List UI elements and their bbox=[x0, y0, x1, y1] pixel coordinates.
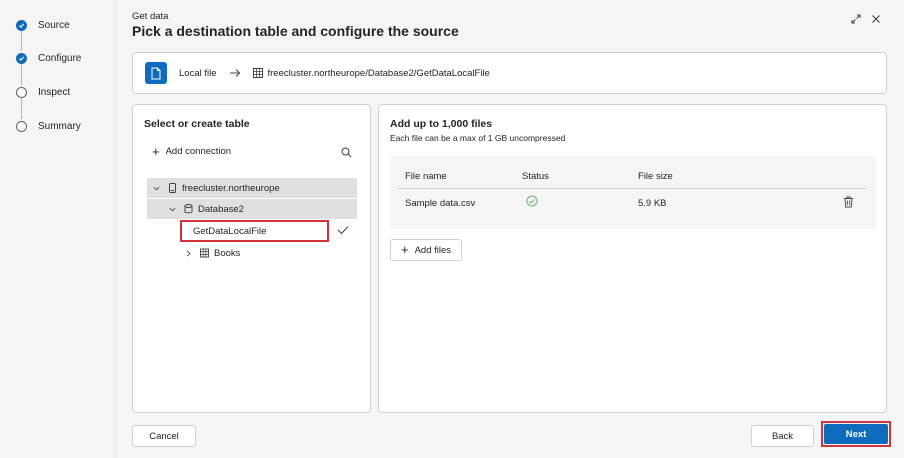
step-connector bbox=[21, 64, 22, 85]
success-check-icon bbox=[526, 195, 538, 207]
expand-icon bbox=[851, 14, 861, 24]
column-header-status: Status bbox=[522, 171, 549, 182]
next-button[interactable]: Next bbox=[824, 424, 888, 444]
add-connection-button[interactable]: + Add connection bbox=[152, 143, 232, 159]
database-icon bbox=[183, 204, 193, 215]
panel-heading: Add up to 1,000 files bbox=[390, 118, 493, 130]
back-button[interactable]: Back bbox=[751, 425, 814, 447]
file-upload-panel: Add up to 1,000 files Each file can be a… bbox=[378, 104, 887, 413]
step-source[interactable]: Source bbox=[16, 18, 70, 32]
table-selection-panel: Select or create table + Add connection … bbox=[132, 104, 371, 413]
step-connector bbox=[21, 98, 22, 119]
chevron-right-icon[interactable] bbox=[183, 248, 193, 258]
checkmark-icon bbox=[16, 52, 27, 64]
cancel-button[interactable]: Cancel bbox=[132, 425, 196, 447]
add-connection-label: Add connection bbox=[165, 146, 232, 157]
source-destination-bar: Local file freecluster.northeurope/Datab… bbox=[132, 52, 887, 94]
panel-heading: Select or create table bbox=[144, 118, 250, 130]
column-header-file-name: File name bbox=[405, 171, 447, 182]
step-label: Source bbox=[38, 19, 70, 31]
tree-item-cluster[interactable]: freecluster.northeurope bbox=[147, 178, 357, 198]
step-configure[interactable]: Configure bbox=[16, 51, 81, 65]
add-files-button[interactable]: + Add files bbox=[390, 239, 462, 261]
table-icon bbox=[252, 68, 263, 78]
step-label: Configure bbox=[38, 52, 82, 64]
page-title: Pick a destination table and configure t… bbox=[132, 23, 459, 39]
next-button-highlight: Next bbox=[821, 421, 891, 447]
empty-circle-icon bbox=[16, 86, 27, 98]
step-label: Summary bbox=[38, 120, 81, 132]
table-name: Books bbox=[214, 247, 241, 259]
file-size-cell: 5.9 KB bbox=[638, 198, 667, 209]
file-icon bbox=[145, 62, 167, 84]
source-type-label: Local file bbox=[179, 67, 217, 79]
checkmark-icon bbox=[337, 226, 349, 235]
selected-table-name: GetDataLocalFile bbox=[193, 225, 267, 237]
panel-subheading: Each file can be a max of 1 GB uncompres… bbox=[390, 133, 566, 143]
step-label: Inspect bbox=[38, 86, 71, 98]
destination-path: freecluster.northeurope/Database2/GetDat… bbox=[267, 67, 490, 79]
step-connector bbox=[21, 31, 22, 51]
plus-icon: + bbox=[152, 143, 160, 159]
delete-icon[interactable] bbox=[843, 196, 854, 208]
dialog-subtitle: Get data bbox=[132, 11, 169, 22]
tree-item-table-books[interactable]: Books bbox=[183, 244, 240, 262]
search-icon[interactable] bbox=[341, 147, 352, 158]
tree-item-database[interactable]: Database2 bbox=[147, 199, 357, 219]
column-header-file-size: File size bbox=[638, 171, 673, 182]
cluster-name: freecluster.northeurope bbox=[182, 182, 280, 194]
step-summary[interactable]: Summary bbox=[16, 119, 81, 133]
main-content: Get data Pick a destination table and co… bbox=[116, 0, 904, 458]
chevron-down-icon[interactable] bbox=[167, 204, 177, 214]
chevron-down-icon[interactable] bbox=[151, 183, 161, 193]
tree-item-selected-table[interactable]: GetDataLocalFile bbox=[180, 220, 329, 242]
table-icon bbox=[199, 248, 209, 259]
header-divider bbox=[397, 188, 867, 189]
expand-button[interactable] bbox=[850, 13, 862, 25]
plus-icon: + bbox=[400, 242, 409, 257]
wizard-stepper: Source Configure Inspect Summary bbox=[0, 0, 116, 458]
file-table: File name Status File size Sample data.c… bbox=[390, 156, 876, 229]
step-inspect[interactable]: Inspect bbox=[16, 85, 70, 99]
arrow-right-icon bbox=[229, 68, 241, 78]
close-button[interactable] bbox=[870, 13, 882, 25]
server-icon bbox=[167, 183, 177, 194]
database-name: Database2 bbox=[198, 203, 244, 215]
file-name-cell: Sample data.csv bbox=[405, 198, 476, 209]
checkmark-icon bbox=[16, 19, 27, 31]
add-files-label: Add files bbox=[414, 244, 452, 256]
empty-circle-icon bbox=[16, 120, 27, 132]
close-icon bbox=[872, 15, 880, 23]
